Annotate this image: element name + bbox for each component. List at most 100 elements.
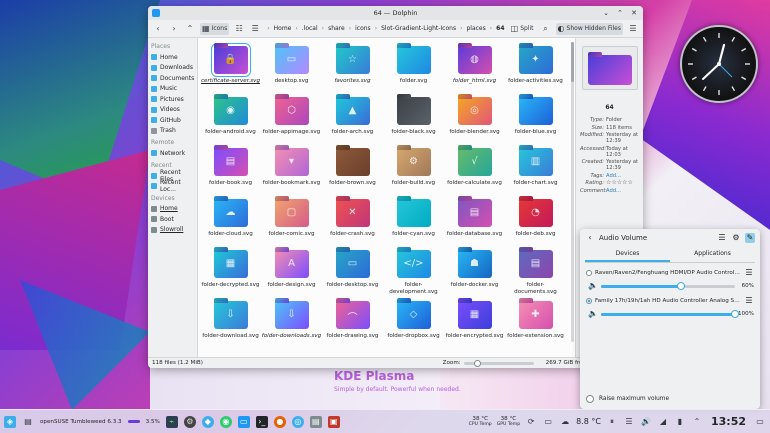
sidebar-item-music[interactable]: Music [151, 84, 194, 95]
file-item[interactable]: ▤ folder-documents.svg [505, 248, 566, 299]
sidebar-item-trash[interactable]: Trash [151, 126, 194, 137]
sidebar-item-recent-locations[interactable]: Recent Loc... [151, 179, 194, 193]
sidebar-item-videos[interactable]: Videos [151, 105, 194, 116]
info-value[interactable]: ☆☆☆☆☆ [606, 180, 633, 186]
file-item[interactable]: √ folder-calculate.svg [444, 146, 505, 197]
file-item[interactable]: ✚ folder-extension.svg [505, 299, 566, 350]
file-item[interactable]: ⇩ folder-download.svg [200, 299, 261, 350]
analog-clock-widget[interactable] [680, 25, 758, 103]
file-item[interactable]: </> folder-development.svg [383, 248, 444, 299]
file-item[interactable]: ⇩ folder-downloads.svg [261, 299, 322, 350]
speaker-icon[interactable]: 🔈 [588, 281, 598, 291]
sidebar-item-device-slowroll[interactable]: Slowroll [151, 225, 194, 236]
sync-icon[interactable]: ⟳ [525, 416, 537, 428]
details-view-button[interactable]: ☰ [249, 23, 261, 35]
digital-clock[interactable]: 13:52 [711, 415, 746, 428]
media-pause-icon[interactable]: ⏸ [606, 416, 618, 428]
gpu-temp-widget[interactable]: 38 °C GPU Temp [497, 416, 520, 428]
icons-view-button[interactable]: ▦ Icons [200, 22, 230, 35]
notifications-icon[interactable]: ☰ [623, 416, 635, 428]
breadcrumb-local[interactable]: .local [302, 25, 318, 32]
file-item[interactable]: ▦ folder-encrypted.svg [444, 299, 505, 350]
breadcrumb-theme[interactable]: Slot-Gradient-Light-Icons [381, 25, 456, 32]
volume-slider[interactable] [601, 281, 735, 290]
file-item[interactable]: ⬡ folder-appimage.svg [261, 95, 322, 146]
file-item[interactable]: ◇ folder-dropbox.svg [383, 299, 444, 350]
file-item[interactable]: ▢ folder-comic.svg [261, 197, 322, 248]
minimize-icon[interactable]: ⌄ [602, 9, 610, 17]
tab-devices[interactable]: Devices [585, 247, 670, 262]
vertical-scrollbar[interactable] [571, 42, 574, 342]
raise-max-toggle[interactable] [586, 395, 594, 403]
file-item[interactable]: ☆ favorites.svg [322, 44, 383, 95]
file-item[interactable]: ◔ folder-deb.svg [505, 197, 566, 248]
file-item[interactable]: ◉ folder-android.svg [200, 95, 261, 146]
file-view[interactable]: 🔒 certificate-server.svg ▭ desktop.svg ☆ favo… [198, 38, 575, 358]
close-icon[interactable]: ✕ [630, 9, 638, 17]
opensuse-icon[interactable]: ◉ [219, 415, 232, 428]
file-item[interactable]: ▦ folder-decrypted.svg [200, 248, 261, 299]
back-icon[interactable]: ‹ [585, 233, 595, 243]
kde-connect-icon[interactable]: ◎ [291, 415, 304, 428]
file-item[interactable]: folder-cyan.svg [383, 197, 444, 248]
titlebar[interactable]: 64 — Dolphin ⌄ ⌃ ✕ [148, 6, 643, 20]
tab-applications[interactable]: Applications [670, 247, 755, 262]
device-radio[interactable] [586, 270, 592, 276]
system-monitor-icon[interactable]: ⌁ [165, 415, 178, 428]
volume-icon[interactable]: 🔊 [640, 416, 652, 428]
file-item[interactable]: ▲ folder-arch.svg [322, 95, 383, 146]
file-item[interactable]: ▥ folder-chart.svg [505, 146, 566, 197]
split-button[interactable]: ◫ Split [509, 23, 536, 35]
file-item[interactable]: ▭ folder-desktop.svg [322, 248, 383, 299]
window-list-icon[interactable]: ▤ [22, 416, 34, 428]
settings-app-icon[interactable]: ⚙ [183, 415, 196, 428]
show-desktop-icon[interactable]: ▭ [754, 416, 766, 428]
file-item[interactable]: ▾ folder-bookmark.svg [261, 146, 322, 197]
speaker-icon[interactable]: 🔈 [588, 309, 598, 319]
show-hidden-button[interactable]: ◐ Show Hidden Files [555, 22, 623, 35]
network-tray-icon[interactable]: ◢ [657, 416, 669, 428]
app-launcher-icon[interactable]: ◈ [4, 415, 16, 428]
settings-icon[interactable]: ⚙ [731, 233, 741, 243]
file-item[interactable]: folder.svg [383, 44, 444, 95]
media-app-icon[interactable]: ▣ [327, 415, 340, 428]
pin-icon[interactable]: ✎ [745, 233, 755, 243]
raise-maximum-volume[interactable]: Raise maximum volume [586, 395, 669, 403]
tray-expand-icon[interactable]: ⌃ [691, 416, 703, 428]
volume-slider[interactable] [601, 309, 739, 318]
breadcrumb-current[interactable]: 64 [496, 25, 504, 32]
file-item[interactable]: ▤ folder-database.svg [444, 197, 505, 248]
file-item[interactable]: folder-brown.svg [322, 146, 383, 197]
text-editor-icon[interactable]: ▤ [309, 415, 322, 428]
device-menu-icon[interactable]: ☰ [744, 268, 754, 278]
file-item[interactable]: ☗ folder-docker.svg [444, 248, 505, 299]
file-item[interactable]: ✕ folder-crash.svg [322, 197, 383, 248]
file-item[interactable]: ▭ desktop.svg [261, 44, 322, 95]
info-add-link[interactable]: Add... [606, 173, 621, 179]
file-item[interactable]: ◎ folder-blender.svg [444, 95, 505, 146]
dolphin-taskbar-icon[interactable]: ▭ [237, 415, 250, 428]
file-item[interactable]: folder-blue.svg [505, 95, 566, 146]
breadcrumb-share[interactable]: share [328, 25, 345, 32]
menu-icon[interactable]: ☰ [717, 233, 727, 243]
volume-slider-handle[interactable] [677, 281, 686, 290]
file-item[interactable]: Afolder-design.svg [261, 248, 322, 299]
hamburger-menu-button[interactable]: ☰ [627, 23, 639, 35]
volume-slider-handle[interactable] [731, 309, 739, 318]
breadcrumb-home[interactable]: Home [274, 25, 292, 32]
sidebar-item-network[interactable]: Network [151, 148, 194, 159]
weather-icon[interactable]: ☁ [559, 416, 571, 428]
battery-icon[interactable]: ▮ [674, 416, 686, 428]
file-item[interactable]: ⌒ folder-drawing.svg [322, 299, 383, 350]
sidebar-item-github[interactable]: GitHub [151, 115, 194, 126]
file-item[interactable]: 🔒 certificate-server.svg [200, 43, 261, 95]
sidebar-item-device-boot[interactable]: Boot [151, 214, 194, 225]
search-button[interactable]: ⌕ [540, 23, 552, 35]
sidebar-item-downloads[interactable]: Downloads [151, 63, 194, 74]
file-item[interactable]: ☁ folder-cloud.svg [200, 197, 261, 248]
dolphin-app-icon[interactable] [152, 9, 160, 17]
sidebar-item-pictures[interactable]: Pictures [151, 94, 194, 105]
device-menu-icon[interactable]: ☰ [744, 296, 754, 306]
back-button[interactable]: ‹ [152, 23, 164, 35]
sidebar-item-documents[interactable]: Documents [151, 73, 194, 84]
